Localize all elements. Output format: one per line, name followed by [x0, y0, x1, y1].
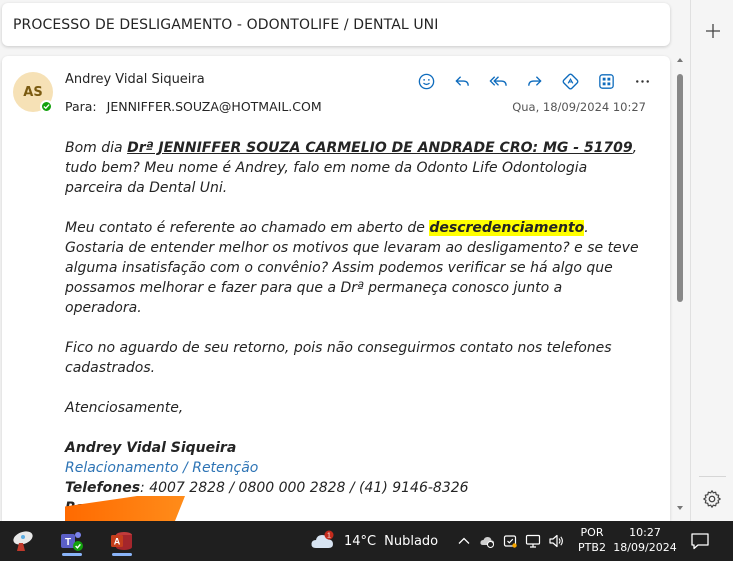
input-language[interactable]: POR PTB2 — [578, 525, 606, 555]
access-icon: A — [111, 532, 132, 550]
scroll-up-arrow-icon[interactable] — [677, 58, 683, 62]
message-card: AS Andrey Vidal Siqueira Para: JENNIFFER… — [2, 56, 670, 521]
chevron-up-icon[interactable] — [456, 533, 472, 549]
weather-temp: 14°C — [344, 533, 377, 549]
taskbar-app-satellite[interactable] — [4, 525, 44, 557]
sender-name[interactable]: Andrey Vidal Siqueira — [65, 72, 205, 87]
right-rail — [690, 0, 733, 521]
reaction-button[interactable] — [408, 68, 444, 94]
satellite-dish-icon — [13, 531, 33, 551]
highlighted-term: descredenciamento — [429, 220, 585, 236]
reply-all-button[interactable] — [480, 68, 516, 94]
signature-name: Andrey Vidal Siqueira — [65, 440, 237, 456]
taskbar-app-teams[interactable]: T — [52, 525, 92, 557]
reading-pane-scrollbar[interactable] — [673, 56, 687, 518]
more-icon — [635, 79, 649, 83]
scroll-down-arrow-icon[interactable] — [677, 506, 683, 510]
settings-button[interactable] — [701, 488, 723, 510]
clock-time: 10:27 — [629, 526, 661, 539]
plus-icon — [706, 24, 720, 38]
avatar-initials: AS — [23, 84, 43, 100]
wired-network-icon[interactable] — [525, 533, 541, 549]
speaker-icon[interactable] — [548, 533, 564, 549]
weather-desc: Nublado — [384, 533, 439, 549]
phones-label: Telefones — [65, 480, 141, 496]
teams-icon: T — [61, 532, 83, 551]
apps-button[interactable] — [588, 68, 624, 94]
recipient-name: Drª JENNIFFER SOUZA CARMELIO DE ANDRADE … — [127, 140, 633, 156]
translate-button[interactable] — [552, 68, 588, 94]
subject-bar: PROCESSO DE DESLIGAMENTO - ODONTOLIFE / … — [2, 3, 670, 46]
security-shield-icon[interactable] — [502, 533, 518, 549]
svg-text:T: T — [65, 537, 71, 548]
forward-icon — [527, 75, 542, 86]
clock-date: 18/09/2024 — [613, 541, 677, 554]
svg-text:A: A — [114, 537, 121, 547]
reply-icon — [454, 75, 469, 86]
add-app-button[interactable] — [703, 22, 723, 42]
body-paragraph-3: Fico no aguardo de seu retorno, pois não… — [65, 340, 612, 376]
contact-text: Meu contato é referente ao chamado em ab… — [65, 220, 430, 236]
greeting-text: Bom dia — [65, 140, 128, 156]
phones-value: : 4007 2828 / 0800 000 2828 / (41) 9146-… — [140, 480, 469, 496]
presence-available-icon — [40, 100, 53, 113]
rail-divider — [699, 476, 726, 477]
weather-widget[interactable]: 1 14°C Nublado — [310, 521, 438, 561]
scrollbar-thumb[interactable] — [677, 74, 683, 302]
recipient-line: Para: JENNIFFER.SOUZA@HOTMAIL.COM — [65, 99, 322, 114]
message-body: Bom dia Drª JENNIFFER SOUZA CARMELIO DE … — [65, 138, 640, 518]
weather-badge: 1 — [327, 533, 331, 540]
teams-active-indicator — [62, 553, 82, 556]
message-date: Qua, 18/09/2024 10:27 — [512, 100, 646, 114]
network-cloud-icon[interactable] — [479, 533, 495, 549]
taskbar-clock[interactable]: 10:27 18/09/2024 — [612, 525, 678, 555]
email-subject: PROCESSO DE DESLIGAMENTO - ODONTOLIFE / … — [13, 16, 439, 33]
notifications-button[interactable] — [690, 532, 710, 550]
message-toolbar — [408, 68, 660, 94]
access-active-indicator — [112, 553, 132, 556]
notification-icon — [691, 533, 709, 550]
body-paragraph-2: Meu contato é referente ao chamado em ab… — [65, 218, 640, 318]
outlook-reading-pane: PROCESSO DE DESLIGAMENTO - ODONTOLIFE / … — [0, 0, 733, 521]
signature-role: Relacionamento / Retenção — [65, 460, 259, 476]
windows-taskbar: T A 1 14°C Nublado POR PTB2 10:27 18/09/… — [0, 521, 733, 561]
to-label: Para: — [65, 99, 97, 114]
cloud-icon: 1 — [311, 530, 334, 548]
apps-icon — [598, 73, 614, 89]
gear-icon — [703, 490, 721, 508]
more-actions-button[interactable] — [624, 68, 660, 94]
forward-button[interactable] — [516, 68, 552, 94]
signature-phones: Telefones: 4007 2828 / 0800 000 2828 / (… — [65, 478, 640, 498]
keyboard-layout: PTB2 — [578, 541, 606, 554]
closing: Atenciosamente, — [65, 400, 184, 416]
smile-icon — [418, 73, 434, 89]
body-paragraph-1: Bom dia Drª JENNIFFER SOUZA CARMELIO DE … — [65, 138, 640, 198]
translate-icon — [562, 73, 578, 89]
reply-button[interactable] — [444, 68, 480, 94]
language-code: POR — [580, 526, 604, 539]
reply-all-icon — [488, 75, 507, 86]
system-tray — [456, 521, 564, 561]
recipient-address[interactable]: JENNIFFER.SOUZA@HOTMAIL.COM — [107, 99, 322, 114]
taskbar-app-access[interactable]: A — [102, 525, 142, 557]
